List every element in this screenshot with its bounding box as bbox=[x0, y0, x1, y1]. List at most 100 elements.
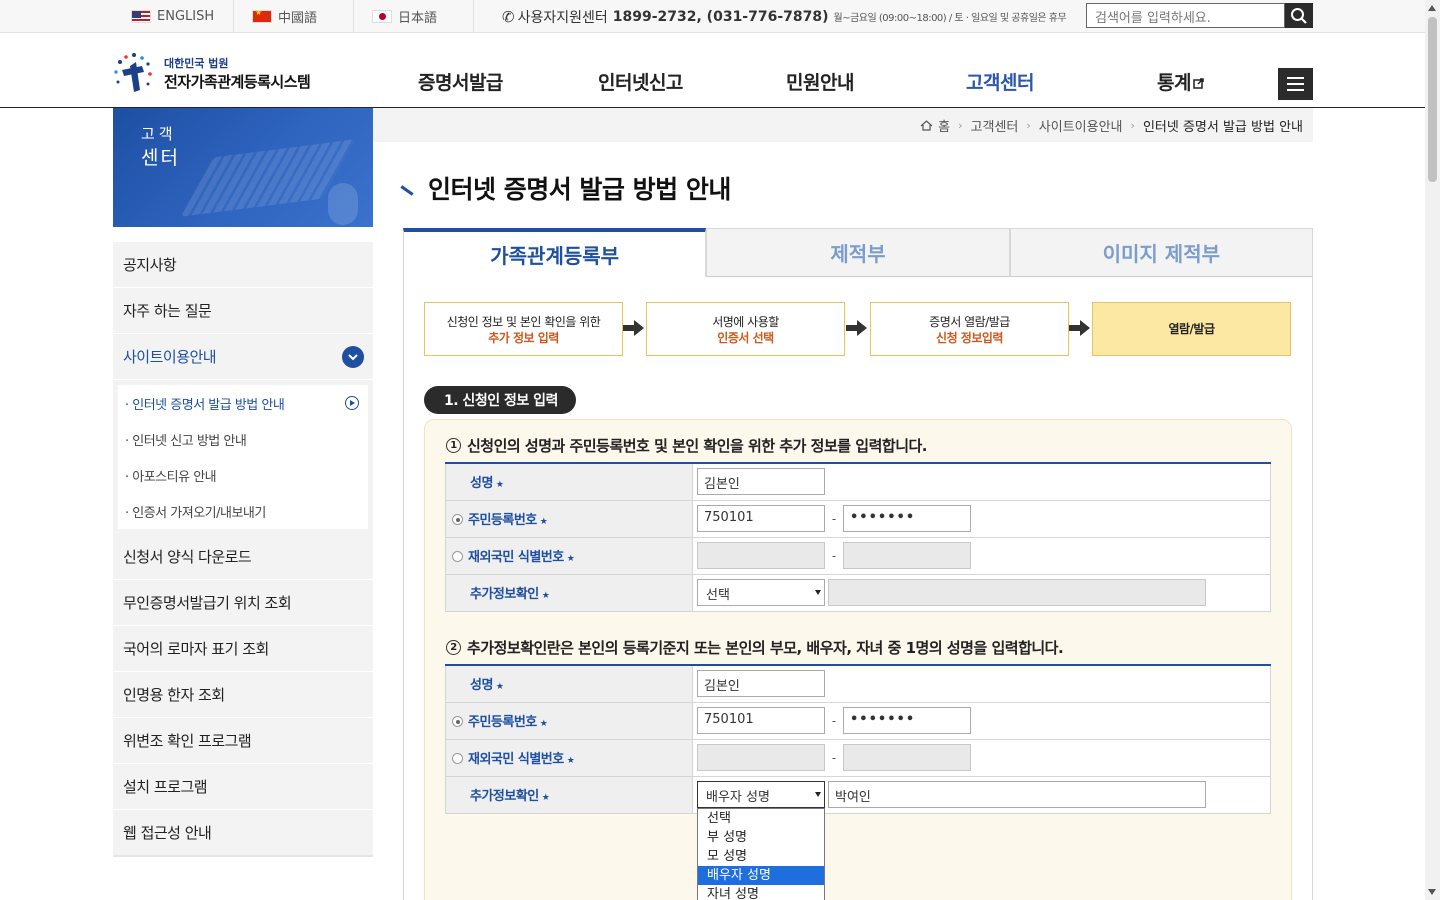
scroll-down-arrow-icon[interactable] bbox=[1428, 889, 1436, 895]
dropdown-option[interactable]: 자녀 성명 bbox=[698, 885, 824, 900]
applicant-form-1: 성명 ★ 김본인 주민등록번호 ★ 750101- ••••••• 재외국민 식별번호… bbox=[445, 462, 1271, 612]
table-row: 재외국민 식별번호 ★ - bbox=[445, 536, 1271, 575]
breadcrumb-customer-center[interactable]: 고객센터 bbox=[971, 116, 1019, 135]
lang-english-link[interactable]: ENGLISH bbox=[113, 0, 234, 33]
table-row: 재외국민 식별번호 ★ - bbox=[445, 738, 1271, 777]
tab-family-register[interactable]: 가족관계등록부 bbox=[403, 228, 707, 277]
nav-civil-guide[interactable]: 민원안내 bbox=[786, 68, 854, 95]
rrn-front-field[interactable]: 750101 bbox=[697, 707, 825, 734]
breadcrumb: 홈 › 고객센터 › 사이트이용안내 › 인터넷 증명서 발급 방법 안내 bbox=[373, 108, 1313, 142]
foreign-id-label[interactable]: 재외국민 식별번호 ★ bbox=[445, 738, 693, 777]
support-center-info: ✆ 사용자지원센터 1899-2732, (031-776-7878) 월~금요… bbox=[502, 0, 1067, 33]
foreign-id-radio[interactable] bbox=[452, 753, 463, 764]
name-field[interactable]: 김본인 bbox=[697, 468, 825, 496]
table-row: 주민등록번호 ★ 750101- ••••••• bbox=[445, 499, 1271, 538]
name-label: 성명 ★ bbox=[445, 462, 693, 501]
step-line1: 열람/발급 bbox=[1168, 322, 1215, 336]
rrn-radio[interactable] bbox=[452, 514, 463, 525]
sidebar-divider bbox=[113, 855, 373, 857]
sidebar-sub-label: · 인터넷 증명서 발급 방법 안내 bbox=[125, 397, 285, 413]
name-label: 성명 ★ bbox=[445, 664, 693, 703]
search-button[interactable] bbox=[1285, 3, 1313, 28]
lang-chinese-link[interactable]: 中國語 bbox=[234, 0, 354, 33]
dropdown-option-selected[interactable]: 배우자 성명 bbox=[698, 866, 824, 885]
hamburger-menu-button[interactable] bbox=[1278, 68, 1313, 100]
scroll-up-arrow-icon[interactable] bbox=[1428, 5, 1436, 11]
foreign-id-back-field bbox=[843, 744, 971, 771]
required-star-icon: ★ bbox=[495, 480, 504, 491]
dash-separator: - bbox=[831, 511, 837, 526]
page-scrollbar[interactable] bbox=[1425, 0, 1440, 900]
sidebar-sub-cert-import[interactable]: · 인증서 가져오기/내보내기 bbox=[118, 493, 368, 529]
sidebar-item-hanja-lookup[interactable]: 인명용 한자 조회 bbox=[113, 672, 373, 718]
sidebar-item-accessibility[interactable]: 웹 접근성 안내 bbox=[113, 810, 373, 856]
page-title: 인터넷 증명서 발급 방법 안내 bbox=[400, 170, 731, 206]
support-hours: 월~금요일 (09:00~18:00) / 토 · 일요일 및 공휴일은 휴무 bbox=[833, 13, 1067, 24]
table-row: 추가정보확인 ★ 선택 bbox=[445, 573, 1271, 612]
banner-line-1: 고객 bbox=[141, 125, 177, 143]
breadcrumb-home[interactable]: 홈 bbox=[938, 116, 950, 135]
top-utility-bar: ENGLISH 中國語 日本語 ✆ 사용자지원센터 1899-2732, (03… bbox=[0, 0, 1425, 33]
sidebar-item-faq[interactable]: 자주 하는 질문 bbox=[113, 288, 373, 334]
dash-separator: - bbox=[831, 750, 837, 765]
rrn-back-field[interactable]: ••••••• bbox=[843, 505, 971, 532]
sidebar-item-site-guide[interactable]: 사이트이용안내 bbox=[113, 334, 373, 380]
name-field[interactable]: 김본인 bbox=[697, 670, 825, 698]
phone-icon: ✆ bbox=[502, 7, 515, 26]
foreign-id-radio[interactable] bbox=[452, 551, 463, 562]
sidebar-sub-apostille[interactable]: · 아포스티유 안내 bbox=[118, 457, 368, 493]
tab-removed-register[interactable]: 제적부 bbox=[706, 228, 1010, 277]
foreign-id-label[interactable]: 재외국민 식별번호 ★ bbox=[445, 536, 693, 575]
nav-certificate-issue[interactable]: 증명서발급 bbox=[418, 68, 503, 95]
required-star-icon: ★ bbox=[541, 591, 550, 601]
sidebar-item-forgery-check[interactable]: 위변조 확인 프로그램 bbox=[113, 718, 373, 764]
nav-customer-center[interactable]: 고객센터 bbox=[966, 68, 1034, 95]
sidebar-item-form-download[interactable]: 신청서 양식 다운로드 bbox=[113, 534, 373, 580]
rrn-label[interactable]: 주민등록번호 ★ bbox=[445, 499, 693, 538]
dash-separator: - bbox=[831, 548, 837, 563]
extra-info-field[interactable]: 박여인 bbox=[828, 781, 1206, 808]
hamburger-line bbox=[1287, 89, 1304, 91]
title-accent-icon bbox=[400, 184, 414, 196]
sidebar-item-install[interactable]: 설치 프로그램 bbox=[113, 764, 373, 810]
required-star-icon: ★ bbox=[539, 517, 548, 527]
table-row: 성명 ★ 김본인 bbox=[445, 462, 1271, 501]
banner-line-2: 센터 bbox=[141, 147, 180, 169]
step-line1: 신청인 정보 및 본인 확인을 위한 bbox=[446, 315, 601, 329]
table-row: 성명 ★ 김본인 bbox=[445, 664, 1271, 703]
home-icon bbox=[920, 119, 933, 131]
dropdown-option[interactable]: 부 성명 bbox=[698, 828, 824, 847]
breadcrumb-current: 인터넷 증명서 발급 방법 안내 bbox=[1142, 119, 1303, 135]
rrn-label[interactable]: 주민등록번호 ★ bbox=[445, 701, 693, 740]
sidebar-sub-cert-guide[interactable]: · 인터넷 증명서 발급 방법 안내 bbox=[118, 385, 368, 421]
support-label: 사용자지원센터 bbox=[517, 9, 608, 26]
court-logo-icon bbox=[114, 53, 152, 92]
tab-image-removed-register[interactable]: 이미지 제적부 bbox=[1009, 228, 1313, 277]
site-logo[interactable]: 대한민국 법원 전자가족관계등록시스템 bbox=[112, 52, 311, 94]
dropdown-option[interactable]: 모 성명 bbox=[698, 847, 824, 866]
dropdown-caret-icon bbox=[815, 590, 821, 595]
number-one-icon: 1 bbox=[446, 438, 461, 453]
lang-japanese-link[interactable]: 日本語 bbox=[354, 0, 474, 33]
search-input[interactable]: 검색어를 입력하세요. bbox=[1086, 3, 1285, 28]
step-line2: 인증서 선택 bbox=[717, 331, 774, 345]
dropdown-option[interactable]: 선택 bbox=[698, 809, 824, 828]
instruction-2: 2 추가정보확인란은 본인의 등록기준지 또는 본인의 부모, 배우자, 자녀 … bbox=[446, 637, 1064, 658]
rrn-radio[interactable] bbox=[452, 716, 463, 727]
arrow-right-icon bbox=[623, 320, 645, 336]
sidebar-item-romanization[interactable]: 국어의 로마자 표기 조회 bbox=[113, 626, 373, 672]
number-two-icon: 2 bbox=[446, 640, 461, 655]
external-link-icon bbox=[1193, 78, 1204, 89]
rrn-front-field[interactable]: 750101 bbox=[697, 505, 825, 532]
extra-info-select[interactable]: 선택 bbox=[697, 579, 825, 606]
sidebar-item-notice[interactable]: 공지사항 bbox=[113, 242, 373, 288]
breadcrumb-site-guide[interactable]: 사이트이용안내 bbox=[1039, 116, 1123, 135]
nav-internet-report[interactable]: 인터넷신고 bbox=[598, 68, 683, 95]
sidebar-item-kiosk-location[interactable]: 무인증명서발급기 위치 조회 bbox=[113, 580, 373, 626]
step-line2: 신청 정보입력 bbox=[936, 331, 1003, 345]
rrn-back-field[interactable]: ••••••• bbox=[843, 707, 971, 734]
sidebar-sub-report-guide[interactable]: · 인터넷 신고 방법 안내 bbox=[118, 421, 368, 457]
nav-statistics[interactable]: 통계 bbox=[1157, 68, 1204, 95]
extra-info-select[interactable]: 배우자 성명 bbox=[697, 781, 825, 808]
scrollbar-thumb[interactable] bbox=[1428, 17, 1437, 182]
